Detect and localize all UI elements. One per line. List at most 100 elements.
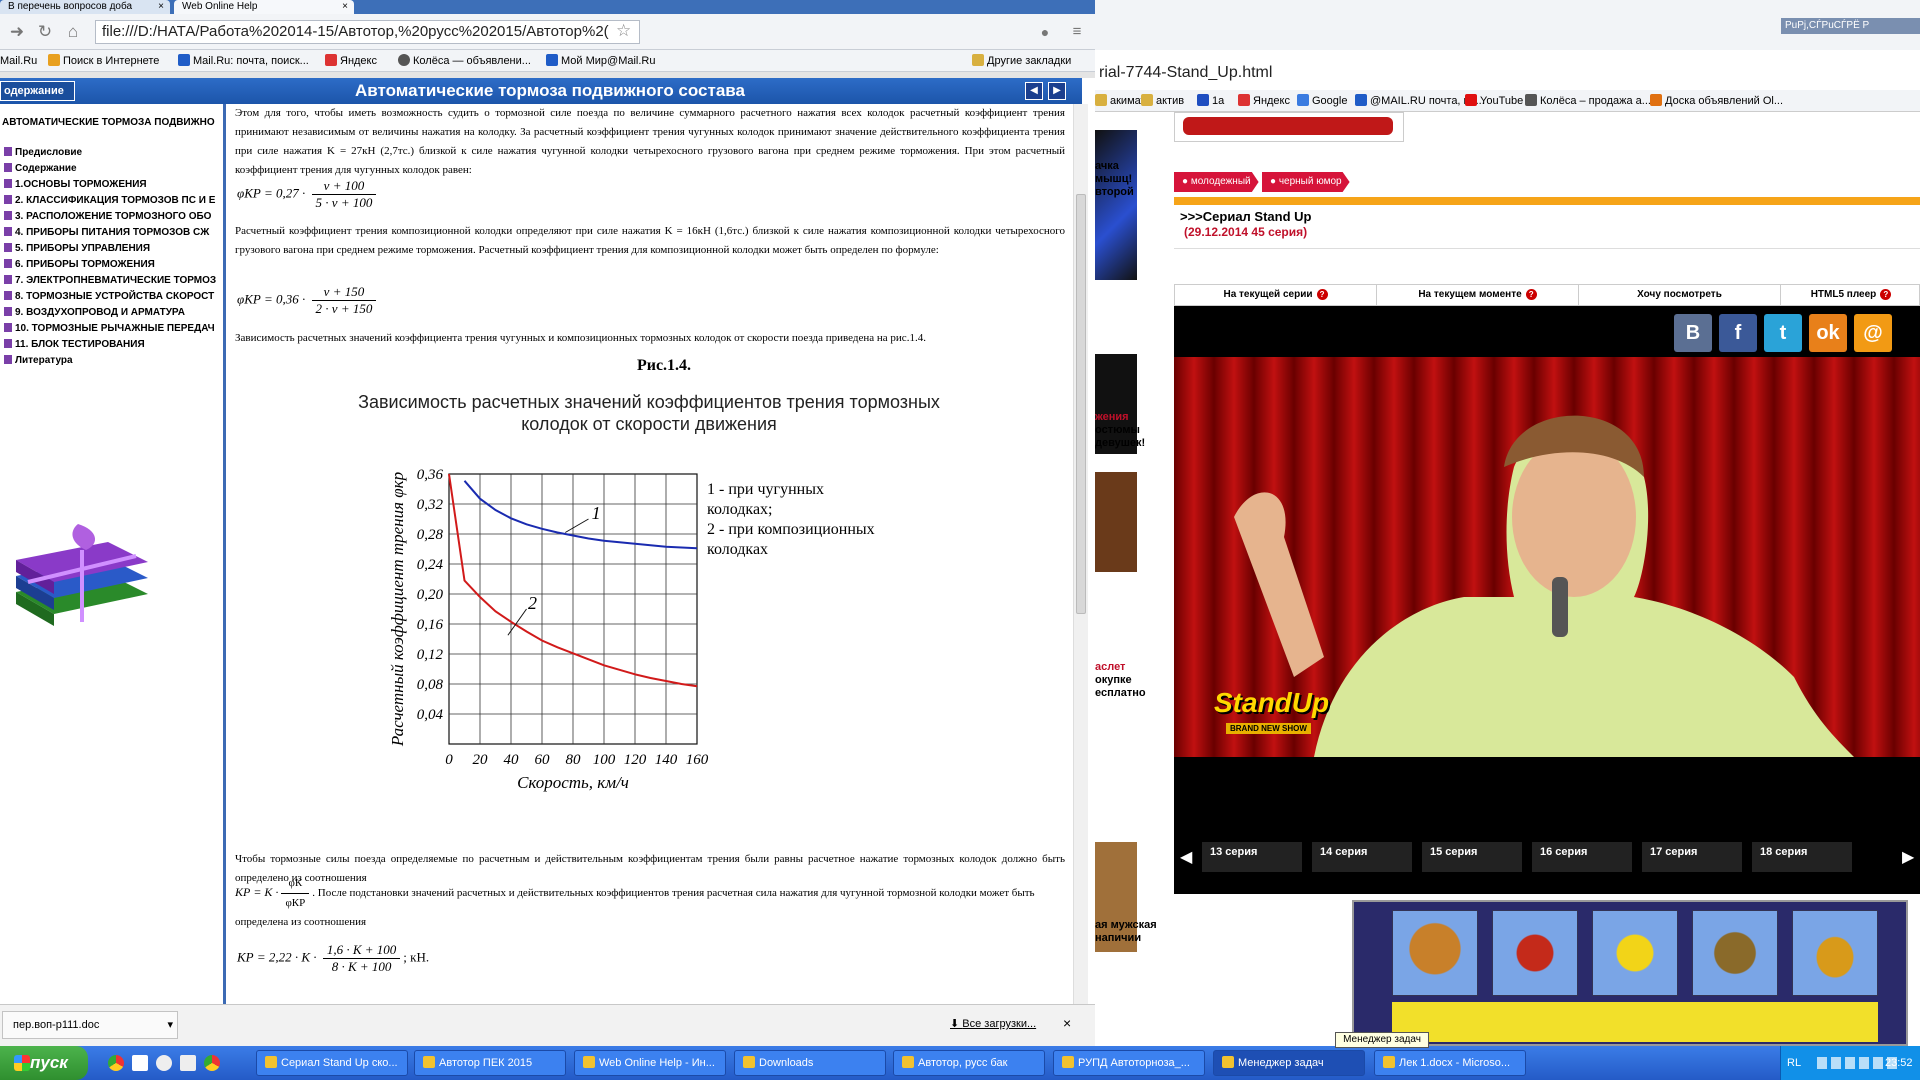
chrome-quicklaunch-icon[interactable] xyxy=(204,1055,220,1071)
all-downloads-link[interactable]: ⬇ Все загрузки... xyxy=(950,1017,1036,1030)
home-icon[interactable]: ⌂ xyxy=(64,23,82,41)
taskbar-item[interactable]: Downloads xyxy=(734,1050,886,1076)
content-vertical-scrollbar[interactable] xyxy=(1073,104,1088,1004)
tab-close-icon[interactable]: × xyxy=(158,0,164,14)
episode-button[interactable]: 16 серия xyxy=(1532,842,1632,872)
bookmark-item[interactable]: Mail.Ru: почта, поиск... xyxy=(178,53,309,69)
toc-item[interactable]: 5. ПРИБОРЫ УПРАВЛЕНИЯ xyxy=(4,242,222,256)
scrollbar-thumb[interactable] xyxy=(1076,194,1086,614)
download-item[interactable]: пер.воп-р111.doc ▾ xyxy=(2,1011,178,1039)
right-address-bar[interactable]: rial-7744-Stand_Up.html xyxy=(1095,60,1920,86)
serial-title[interactable]: >>>Сериал Stand Up xyxy=(1180,209,1311,224)
bookmark-item[interactable]: акимат xyxy=(1095,93,1146,109)
ad-caption[interactable]: мышц! xyxy=(1095,172,1132,186)
toc-item[interactable]: 4. ПРИБОРЫ ПИТАНИЯ ТОРМОЗОВ СЖ xyxy=(4,226,222,240)
chrome-quicklaunch-icon[interactable] xyxy=(108,1055,124,1071)
bookmark-item[interactable]: Яндекс xyxy=(325,53,377,69)
tag-link[interactable]: ● черный юмор xyxy=(1262,172,1350,192)
tab-web-online-help[interactable]: Web Online Help × xyxy=(174,0,354,14)
episodes-prev-icon[interactable]: ◀ xyxy=(1180,847,1192,867)
address-bar[interactable]: file:///D:/НАТА/Работа%202014-15/Автотор… xyxy=(95,20,640,44)
ad-caption[interactable]: аслет xyxy=(1095,660,1125,674)
episode-button[interactable]: 13 серия xyxy=(1202,842,1302,872)
episode-button[interactable]: 14 серия xyxy=(1312,842,1412,872)
bookmark-item[interactable]: Доска объявлений Ol... xyxy=(1650,93,1783,109)
taskbar-item[interactable]: РУПД Автоторноза_... xyxy=(1053,1050,1205,1076)
back-icon[interactable]: ➜ xyxy=(8,23,26,41)
word-quicklaunch-icon[interactable] xyxy=(132,1055,148,1071)
app-quicklaunch-icon[interactable] xyxy=(156,1055,172,1071)
taskbar-item[interactable]: Web Online Help - Ин... xyxy=(574,1050,726,1076)
tag-link[interactable]: ● молодежный xyxy=(1174,172,1259,192)
ad-image[interactable] xyxy=(1095,472,1137,572)
bookmark-item[interactable]: актив xyxy=(1141,93,1184,109)
help-icon[interactable]: ? xyxy=(1525,289,1537,300)
tab-close-icon[interactable]: × xyxy=(342,0,348,14)
tab-current-moment[interactable]: На текущем моменте? xyxy=(1377,285,1579,305)
ad-image[interactable] xyxy=(1095,130,1137,280)
toc-root[interactable]: АВТОМАТИЧЕСКИЕ ТОРМОЗА ПОДВИЖНО xyxy=(2,116,220,130)
tab-html5-player[interactable]: HTML5 плеер? xyxy=(1781,285,1920,305)
facebook-share-icon[interactable]: f xyxy=(1719,314,1757,352)
toc-item[interactable]: Предисловие xyxy=(4,146,222,160)
toc-item[interactable]: 8. ТОРМОЗНЫЕ УСТРОЙСТВА СКОРОСТ xyxy=(4,290,222,304)
ad-caption[interactable]: остюмы xyxy=(1095,423,1140,437)
toc-item[interactable]: Литература xyxy=(4,354,222,368)
menu-icon[interactable]: ≡ xyxy=(1068,23,1086,41)
tab-current-episode[interactable]: На текущей серии? xyxy=(1175,285,1377,305)
prev-page-button[interactable]: ◀ xyxy=(1025,82,1043,100)
episode-button[interactable]: 15 серия xyxy=(1422,842,1522,872)
episode-button[interactable]: 17 серия xyxy=(1642,842,1742,872)
toc-item[interactable]: 10. ТОРМОЗНЫЕ РЫЧАЖНЫЕ ПЕРЕДАЧ xyxy=(4,322,222,336)
bookmark-item[interactable]: 1а xyxy=(1197,93,1224,109)
help-icon[interactable]: ? xyxy=(1316,289,1328,300)
tab-want-to-watch[interactable]: Хочу посмотреть xyxy=(1579,285,1781,305)
help-icon[interactable]: ? xyxy=(1880,289,1892,300)
ad-caption[interactable]: второй xyxy=(1095,185,1134,199)
toc-item[interactable]: 6. ПРИБОРЫ ТОРМОЖЕНИЯ xyxy=(4,258,222,272)
video-frame[interactable]: StandUp BRAND NEW SHOW xyxy=(1174,357,1920,757)
bookmark-item[interactable]: Google xyxy=(1297,93,1347,109)
bookmark-item[interactable]: Поиск в Интернете xyxy=(48,53,159,69)
toc-item[interactable]: 7. ЭЛЕКТРОПНЕВМАТИЧЕСКИЕ ТОРМОЗ xyxy=(4,274,222,288)
twitter-share-icon[interactable]: t xyxy=(1764,314,1802,352)
app-quicklaunch-icon[interactable] xyxy=(180,1055,196,1071)
toc-item[interactable]: 11. БЛОК ТЕСТИРОВАНИЯ xyxy=(4,338,222,352)
ad-caption[interactable]: напичии xyxy=(1095,931,1141,945)
episodes-next-icon[interactable]: ▶ xyxy=(1902,847,1914,867)
bookmark-item[interactable]: Mail.Ru xyxy=(0,53,37,69)
tab-questions[interactable]: В перечень вопросов доба × xyxy=(0,0,170,14)
taskbar-item[interactable]: Лек 1.docx - Microso... xyxy=(1374,1050,1526,1076)
episode-button[interactable]: 18 серия xyxy=(1752,842,1852,872)
chevron-down-icon[interactable]: ▾ xyxy=(167,1012,173,1038)
odnoklassniki-share-icon[interactable]: ok xyxy=(1809,314,1847,352)
mailru-share-icon[interactable]: @ xyxy=(1854,314,1892,352)
bookmark-item[interactable]: Колёса — объявлени... xyxy=(398,53,531,69)
close-download-bar-icon[interactable]: × xyxy=(1063,1015,1071,1031)
bookmark-item[interactable]: Мой Мир@Mail.Ru xyxy=(546,53,655,69)
bookmark-item[interactable]: Яндекс xyxy=(1238,93,1290,109)
toc-item[interactable]: Содержание xyxy=(4,162,222,176)
toc-item[interactable]: 3. РАСПОЛОЖЕНИЕ ТОРМОЗНОГО ОБО xyxy=(4,210,222,224)
bookmark-item[interactable]: Колёса – продажа а... xyxy=(1525,93,1651,109)
next-page-button[interactable]: ▶ xyxy=(1048,82,1066,100)
ad-caption[interactable]: ачка xyxy=(1095,159,1119,173)
taskbar-item[interactable]: Автотор, русс бак xyxy=(893,1050,1045,1076)
vk-share-icon[interactable]: В xyxy=(1674,314,1712,352)
bookmark-folder[interactable]: Другие закладки xyxy=(972,53,1071,69)
taskbar-item[interactable]: Сериал Stand Up ско... xyxy=(256,1050,408,1076)
video-player[interactable]: На текущей серии? На текущем моменте? Хо… xyxy=(1174,284,1920,894)
ad-caption[interactable]: окупке xyxy=(1095,673,1132,687)
reload-icon[interactable]: ↻ xyxy=(36,23,54,41)
clock[interactable]: 23:52 xyxy=(1885,1046,1913,1080)
taskbar-item[interactable]: Менеджер задач xyxy=(1213,1050,1365,1076)
toc-item[interactable]: 2. КЛАССИФИКАЦИЯ ТОРМОЗОВ ПС И Е xyxy=(4,194,222,208)
slot-machine-ad[interactable] xyxy=(1352,900,1908,1046)
taskbar-item[interactable]: Автотор ПЕК 2015 xyxy=(414,1050,566,1076)
bookmark-item[interactable]: YouTube xyxy=(1465,93,1523,109)
toc-item[interactable]: 9. ВОЗДУХОПРОВОД И АРМАТУРА xyxy=(4,306,222,320)
extension-icon[interactable]: ● xyxy=(1036,23,1054,41)
language-indicator[interactable]: RL xyxy=(1787,1046,1801,1080)
bookmark-star-icon[interactable]: ☆ xyxy=(616,20,631,42)
ad-caption[interactable]: жения xyxy=(1095,410,1129,424)
